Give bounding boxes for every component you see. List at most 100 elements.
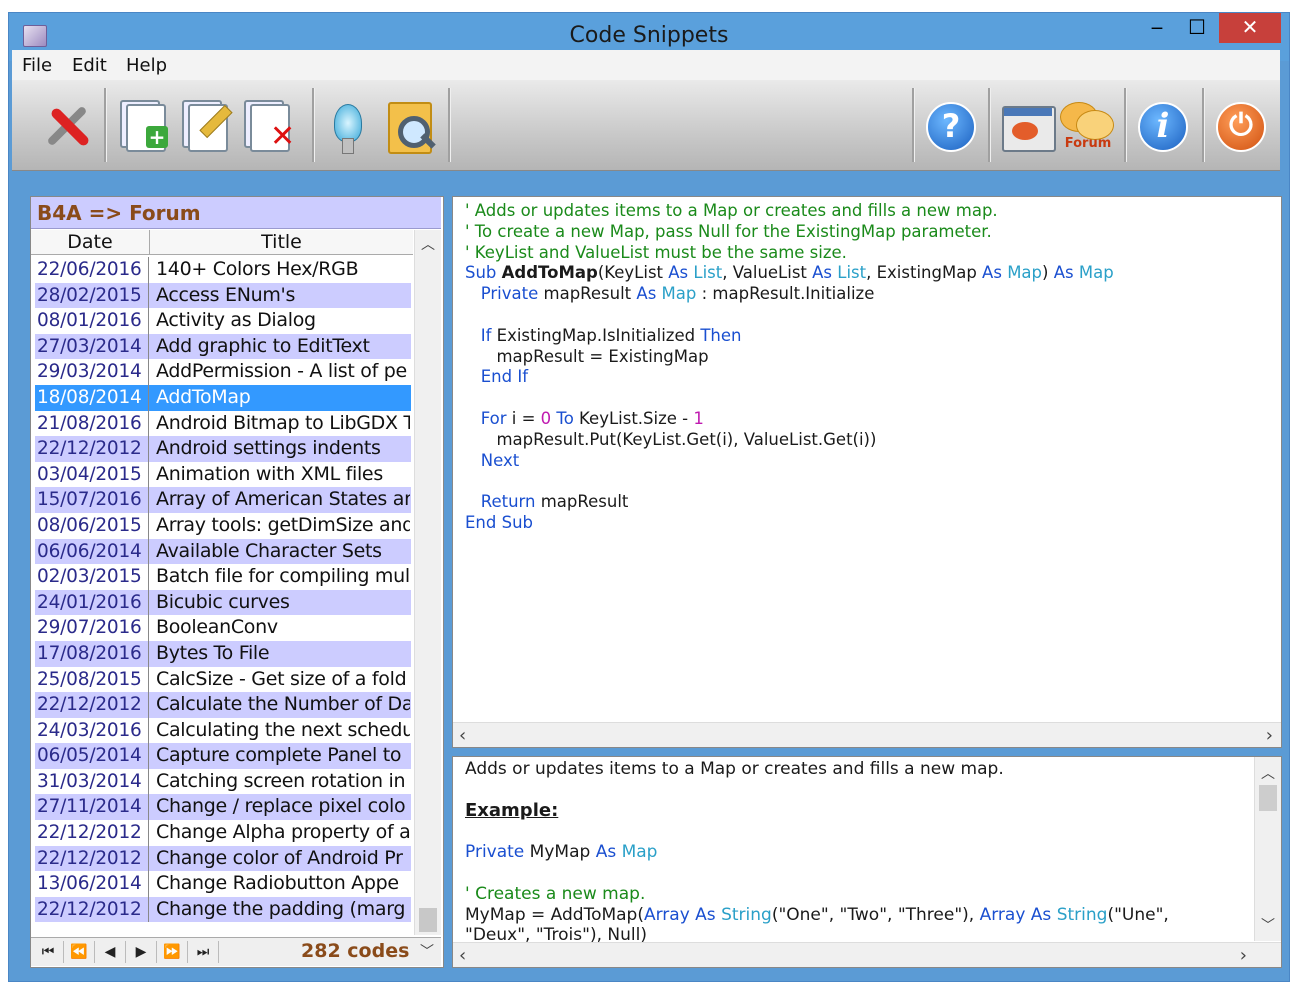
search-folder-icon[interactable] (382, 98, 440, 156)
text-segment: For (465, 408, 512, 428)
scroll-right-icon[interactable]: › (1266, 725, 1273, 746)
list-row[interactable]: 24/03/2016 Calculating the next schedu (35, 717, 411, 744)
list-row[interactable]: 31/03/2014 Catching screen rotation in (35, 768, 411, 795)
text-segment: End If (465, 367, 529, 387)
code-hscrollbar[interactable]: ‹ › (453, 722, 1281, 747)
list-row[interactable]: 08/01/2016 Activity as Dialog (35, 308, 411, 334)
description-hscrollbar[interactable]: ‹ › (453, 942, 1281, 967)
text-segment: As (1053, 263, 1079, 283)
column-divider (148, 461, 149, 488)
list-row[interactable]: 15/07/2016 Array of American States ar (35, 487, 411, 513)
menu-help[interactable]: Help (126, 55, 167, 76)
list-row[interactable]: 22/12/2012 Change Alpha property of a (35, 820, 411, 846)
browser-icon[interactable] (998, 98, 1056, 156)
text-segment: ' Creates a new map. (465, 883, 646, 904)
menu-file[interactable]: File (22, 55, 52, 76)
minimize-button[interactable]: ‒ (1137, 13, 1177, 43)
next-record-button[interactable]: ▶ (126, 941, 157, 963)
lamp-icon[interactable] (320, 98, 378, 156)
scroll-up-icon[interactable]: ︿ (415, 234, 441, 254)
tools-icon[interactable] (38, 98, 96, 156)
list-row[interactable]: 13/06/2014 Change Radiobutton Appe (35, 871, 411, 897)
toolbar-separator (1202, 88, 1205, 162)
text-segment: mapResult (543, 284, 637, 304)
text-segment: Array As (979, 904, 1057, 925)
list-row[interactable]: 02/03/2015 Batch file for compiling mult (35, 564, 411, 590)
info-icon[interactable]: i (1134, 98, 1192, 156)
list-row[interactable]: 06/06/2014 Available Character Sets (35, 538, 411, 565)
code-line: For i = 0 To KeyList.Size - 1 (465, 409, 1275, 430)
maximize-button[interactable]: ☐ (1177, 13, 1217, 43)
row-title: Calculating the next schedu (156, 718, 410, 741)
record-navigator: ⏮ ⏪ ◀ ▶ ⏩ ⏭ 282 codes ﹀ (31, 937, 441, 966)
prev-record-button[interactable]: ◀ (95, 941, 126, 963)
row-date: 29/07/2016 (37, 617, 142, 639)
list-row[interactable]: 18/08/2014 AddToMap (35, 384, 411, 411)
list-scrollbar[interactable]: ︿ (414, 230, 441, 935)
list-row[interactable]: 22/12/2012 Calculate the Number of Da (35, 692, 411, 718)
scroll-down-icon[interactable]: ﹀ (415, 941, 439, 961)
list-row[interactable]: 24/01/2016 Bicubic curves (35, 589, 411, 616)
menu-edit[interactable]: Edit (72, 55, 107, 76)
code-editor[interactable]: ' Adds or updates items to a Map or crea… (452, 196, 1282, 748)
prev-page-button[interactable]: ⏪ (64, 941, 95, 963)
list-row[interactable]: 17/08/2016 Bytes To File (35, 640, 411, 667)
description-line (465, 780, 1255, 801)
snippet-list-panel: B4A => Forum Date Title 22/06/2016 140+ C… (30, 196, 444, 968)
list-row[interactable]: 27/11/2014 Change / replace pixel colo (35, 794, 411, 821)
next-page-button[interactable]: ⏩ (157, 941, 188, 963)
row-title: 140+ Colors Hex/RGB (156, 258, 359, 280)
list-row[interactable]: 29/03/2014 AddPermission - A list of pe (35, 359, 411, 385)
text-segment: , ExistingMap (866, 263, 983, 283)
list-row[interactable]: 06/05/2014 Capture complete Panel to (35, 743, 411, 769)
scroll-thumb[interactable] (1259, 785, 1277, 811)
text-segment: mapResult.Put(KeyList.Get(i), ValueList.… (465, 429, 877, 449)
column-header-title[interactable]: Title (150, 230, 413, 254)
list-row[interactable]: 22/06/2016 140+ Colors Hex/RGB (35, 257, 411, 283)
text-segment: 1 (693, 408, 704, 428)
scroll-left-icon[interactable]: ‹ (459, 725, 466, 746)
row-date: 22/12/2012 (37, 694, 142, 716)
scroll-right-icon[interactable]: › (1240, 945, 1247, 966)
description-line: ' Creates a new map. (465, 884, 1255, 905)
code-line: End Sub (465, 513, 1275, 534)
list-row[interactable]: 29/07/2016 BooleanConv (35, 615, 411, 641)
edit-snippet-icon[interactable] (178, 98, 236, 156)
list-row[interactable]: 21/08/2016 Android Bitmap to LibGDX T (35, 410, 411, 437)
scroll-left-icon[interactable]: ‹ (459, 945, 466, 966)
description-vscrollbar[interactable]: ︿ ﹀ (1254, 757, 1281, 941)
list-row[interactable]: 28/02/2015 Access ENum's (35, 282, 411, 309)
list-row[interactable]: 22/12/2012 Android settings indents (35, 436, 411, 462)
delete-snippet-icon[interactable]: ✕ (240, 98, 298, 156)
column-divider (148, 282, 149, 309)
row-date: 18/08/2014 (37, 386, 142, 408)
list-row[interactable]: 08/06/2015 Array tools: getDimSize and (35, 512, 411, 539)
close-button[interactable]: ✕ (1219, 13, 1281, 43)
list-row[interactable]: 22/12/2012 Change the padding (marg (35, 896, 411, 923)
text-segment: ExistingMap.IsInitialized (496, 325, 701, 345)
row-title: Change color of Android Pr (156, 846, 403, 869)
text-segment: As (595, 842, 622, 863)
list-row[interactable]: 22/12/2012 Change color of Android Pr (35, 845, 411, 872)
text-segment: If (465, 325, 497, 345)
help-icon[interactable]: ? (922, 98, 980, 156)
last-record-button[interactable]: ⏭ (188, 941, 219, 963)
forum-icon[interactable]: Forum (1058, 98, 1116, 156)
description-line: Private MyMap As Map (465, 842, 1255, 863)
menu-bar: File Edit Help (12, 50, 1280, 81)
list-row[interactable]: 03/04/2015 Animation with XML files (35, 461, 411, 488)
column-divider (148, 743, 149, 769)
column-header-date[interactable]: Date (31, 230, 150, 254)
list-title: B4A => Forum (31, 197, 441, 229)
add-snippet-icon[interactable]: + (116, 98, 174, 156)
scroll-thumb[interactable] (419, 908, 437, 932)
description-line (465, 863, 1255, 884)
description-pane[interactable]: Adds or updates items to a Map or create… (452, 756, 1282, 968)
scroll-down-icon[interactable]: ﹀ (1255, 915, 1281, 935)
row-date: 22/12/2012 (37, 438, 142, 460)
list-row[interactable]: 25/08/2015 CalcSize - Get size of a fold (35, 666, 411, 693)
power-icon[interactable]: ⏻ (1212, 98, 1270, 156)
list-row[interactable]: 27/03/2014 Add graphic to EditText (35, 333, 411, 360)
first-record-button[interactable]: ⏮ (33, 941, 64, 963)
scroll-up-icon[interactable]: ︿ (1255, 763, 1281, 783)
